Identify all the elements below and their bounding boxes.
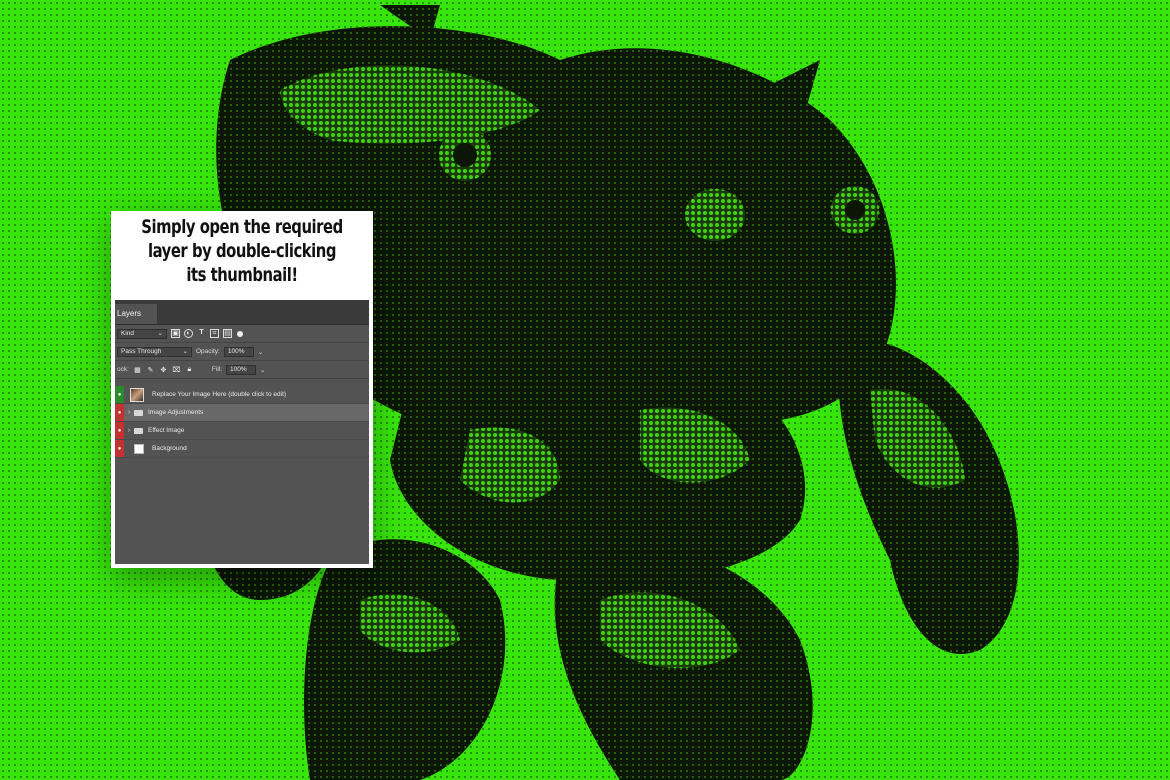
- panel-tab-bar: Layers: [115, 300, 369, 325]
- chevron-down-icon[interactable]: ⌄: [258, 348, 263, 356]
- caption-line-1: Simply open the required: [141, 216, 343, 238]
- type-filter-icon[interactable]: T: [197, 329, 206, 338]
- blend-row: Pass Through ⌄ Opacity: 100% ⌄: [115, 343, 369, 361]
- image-filter-icon[interactable]: ▣: [171, 329, 180, 338]
- layer-filter-row: Kind ⌄ ▣ ◐ T ⌗ ▤: [115, 325, 369, 343]
- folder-icon: [134, 427, 143, 434]
- layer-name: Effect Image: [148, 427, 185, 434]
- filter-kind-value: Kind: [121, 329, 135, 337]
- caption-line-2: layer by double-clicking: [147, 240, 337, 262]
- fill-field[interactable]: 100%: [226, 364, 257, 375]
- layer-row-image-adjustments[interactable]: ● › Image Adjustments: [115, 404, 369, 422]
- lock-row: ock: ▦ ✎ ✥ ⌧ 🔒︎ Fill: 100% ⌄: [115, 361, 369, 379]
- lock-artboard-icon[interactable]: ⌧: [172, 366, 181, 374]
- opacity-label: Opacity:: [196, 348, 220, 355]
- layer-row-smart-object[interactable]: ● Replace Your Image Here (double click …: [115, 386, 369, 404]
- chevron-down-icon: ⌄: [182, 347, 188, 355]
- layer-name: Replace Your Image Here (double click to…: [152, 391, 287, 398]
- lock-paint-icon[interactable]: ✎: [146, 366, 155, 374]
- fill-value: 100%: [230, 365, 247, 373]
- lock-all-icon[interactable]: 🔒︎: [185, 366, 194, 374]
- caption-line-3: its thumbnail!: [186, 264, 298, 286]
- tab-layers[interactable]: Layers: [115, 304, 157, 324]
- filter-kind-select[interactable]: Kind ⌄: [117, 328, 167, 339]
- background-thumbnail[interactable]: [134, 443, 144, 454]
- opacity-value: 100%: [227, 347, 245, 355]
- chevron-right-icon[interactable]: ›: [124, 409, 134, 416]
- layers-panel: Layers Kind ⌄ ▣ ◐ T ⌗ ▤ Pass Through ⌄ O…: [115, 300, 369, 564]
- instruction-card: Simply open the required layer by double…: [111, 211, 373, 568]
- layer-name: Image Adjustments: [148, 409, 204, 416]
- visibility-eye-icon[interactable]: ●: [115, 422, 124, 439]
- lock-label: ock:: [117, 366, 129, 373]
- chevron-right-icon[interactable]: ›: [124, 427, 134, 434]
- shape-filter-icon[interactable]: ⌗: [210, 329, 219, 338]
- visibility-eye-icon[interactable]: ●: [115, 404, 124, 421]
- blend-mode-select[interactable]: Pass Through ⌄: [117, 346, 192, 357]
- lock-position-icon[interactable]: ✥: [159, 366, 168, 374]
- instruction-caption: Simply open the required layer by double…: [140, 215, 344, 287]
- chevron-down-icon: ⌄: [157, 329, 163, 337]
- layer-row-effect-image[interactable]: ● › Effect Image: [115, 422, 369, 440]
- smart-object-thumbnail[interactable]: [130, 387, 144, 402]
- blend-mode-value: Pass Through: [121, 347, 162, 355]
- layer-row-background[interactable]: ● Background: [115, 440, 369, 458]
- lock-transparent-icon[interactable]: ▦: [133, 366, 142, 374]
- visibility-eye-icon[interactable]: ●: [115, 386, 124, 403]
- opacity-field[interactable]: 100%: [223, 346, 254, 357]
- visibility-eye-icon[interactable]: ●: [115, 440, 124, 457]
- fill-label: Fill:: [211, 366, 223, 373]
- smart-object-filter-icon[interactable]: ▤: [223, 329, 232, 338]
- folder-icon: [134, 409, 143, 416]
- adjustment-filter-icon[interactable]: ◐: [184, 329, 193, 338]
- chevron-down-icon[interactable]: ⌄: [260, 366, 265, 374]
- layer-name: Background: [152, 445, 187, 452]
- layers-list: ● Replace Your Image Here (double click …: [115, 386, 369, 458]
- filter-toggle-icon[interactable]: [237, 330, 243, 337]
